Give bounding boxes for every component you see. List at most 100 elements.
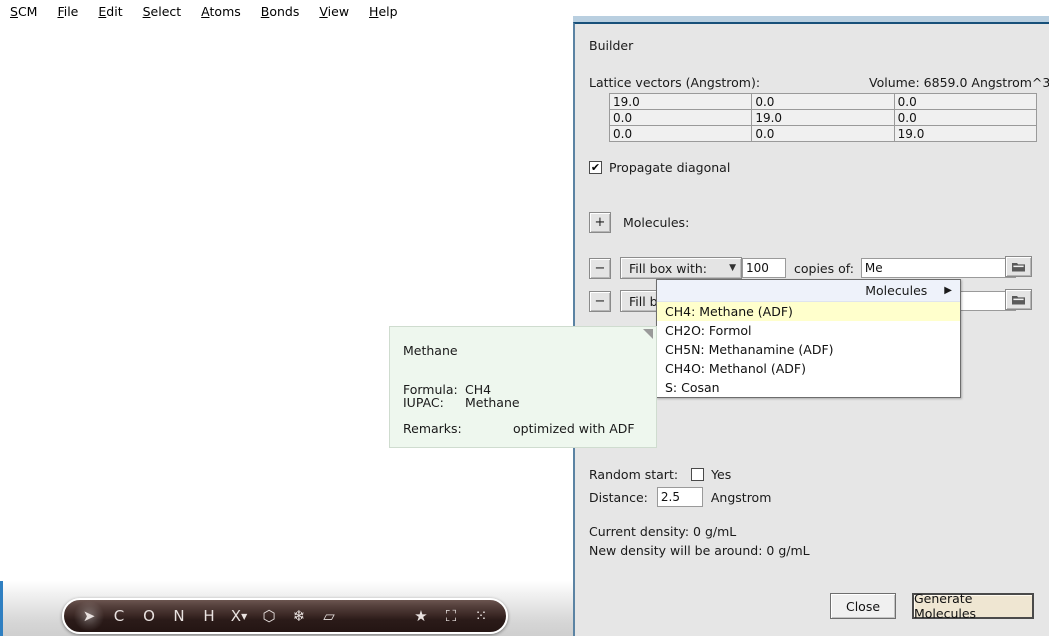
menu-item-help[interactable]: Help — [359, 2, 408, 21]
fill-mode-label: Fill box with: — [629, 260, 707, 276]
select-arrow-icon[interactable]: ➤ — [74, 601, 104, 631]
lattice-row: 0.0 0.0 19.0 — [608, 125, 1038, 142]
menu-item-view[interactable]: View — [309, 2, 359, 21]
copies-of-label: copies of: — [794, 260, 854, 276]
hydrogen-atom-button[interactable]: H — [194, 601, 224, 631]
random-start-checkbox[interactable] — [691, 468, 705, 481]
lattice-vectors-label: Lattice vectors (Angstrom): — [589, 75, 761, 90]
tooltip-iupac-value: Methane — [465, 395, 520, 410]
menu-label: CM — [17, 3, 38, 19]
menu-item-atoms[interactable]: Atoms — [191, 2, 251, 21]
folder-icon — [1012, 295, 1025, 304]
lattice-cell[interactable]: 0.0 — [893, 109, 1038, 126]
menu-label: elp — [378, 3, 398, 19]
dropdown-item[interactable]: CH5N: Methanamine (ADF) — [657, 340, 960, 359]
menubar: SCM File Edit Select Atoms Bonds View Help — [0, 0, 573, 22]
menu-mnemonic: V — [319, 3, 328, 19]
lattice-row: 0.0 19.0 0.0 — [608, 109, 1038, 126]
folder-icon — [1012, 262, 1025, 271]
other-element-button[interactable]: X ▼ — [224, 601, 254, 631]
lattice-row: 19.0 0.0 0.0 — [608, 93, 1038, 110]
dropdown-header[interactable]: Molecules ▶ — [657, 280, 960, 302]
menu-mnemonic: S — [10, 3, 18, 19]
browse-molecule-file-button[interactable] — [1005, 256, 1032, 277]
dropdown-item[interactable]: CH4: Methane (ADF) — [657, 302, 960, 321]
menu-item-file[interactable]: File — [47, 2, 88, 21]
volume-label: Volume: 6859.0 Angstrom^3 — [869, 75, 1049, 90]
lattice-cell[interactable]: 0.0 — [893, 93, 1038, 110]
molecules-dropdown-menu[interactable]: Molecules ▶ CH4: Methane (ADF) CH2O: Form… — [656, 279, 961, 398]
add-molecule-button[interactable]: + — [589, 212, 611, 233]
lattice-cell[interactable]: 19.0 — [893, 125, 1038, 142]
menu-item-bonds[interactable]: Bonds — [251, 2, 310, 21]
molecule-name-input[interactable]: Me — [860, 258, 1016, 278]
menu-item-scm[interactable]: SCM — [0, 2, 47, 21]
lattice-box-button[interactable]: ⛶ — [436, 601, 466, 631]
distance-row: Distance: 2.5 Angstrom — [589, 487, 771, 507]
dropdown-item-list: CH4: Methane (ADF) CH2O: Formol CH5N: Meth… — [657, 302, 960, 397]
crystal-snowflake-button[interactable]: ❄ — [284, 601, 314, 631]
menu-label: elect — [150, 3, 182, 19]
tooltip-title: Methane — [403, 343, 458, 358]
menu-label: onds — [269, 3, 300, 19]
dropdown-header-label: Molecules — [865, 283, 928, 298]
browse-molecule-file-button[interactable] — [1005, 289, 1032, 310]
lattice-cell[interactable]: 0.0 — [751, 93, 895, 110]
molecule-dots-button[interactable]: ⁙ — [466, 601, 496, 631]
plane-slab-button[interactable]: ▱ — [314, 601, 344, 631]
lattice-table-body: 19.0 0.0 0.0 0.0 19.0 0.0 0.0 0.0 19.0 — [608, 93, 1038, 142]
molecules-label: Molecules: — [623, 215, 690, 230]
lattice-cell[interactable]: 0.0 — [608, 109, 753, 126]
lattice-vectors-table[interactable]: 19.0 0.0 0.0 0.0 19.0 0.0 0.0 0.0 19.0 — [608, 93, 1038, 142]
molecule-tooltip: Methane Formula: CH4 IUPAC: Methane Rema… — [389, 326, 657, 448]
favorites-star-button[interactable]: ★ — [406, 601, 436, 631]
menu-item-edit[interactable]: Edit — [88, 2, 132, 21]
lattice-cell[interactable]: 0.0 — [608, 125, 753, 142]
chevron-down-icon: ▼ — [729, 263, 736, 273]
tooltip-remarks-key: Remarks: — [403, 421, 462, 436]
molecules-header-row: + Molecules: — [589, 212, 689, 233]
chevron-right-icon: ▶ — [944, 285, 952, 296]
dropdown-item[interactable]: CH2O: Formol — [657, 321, 960, 340]
menu-mnemonic: A — [201, 3, 210, 19]
panel-title: Builder — [589, 38, 634, 53]
distance-unit-label: Angstrom — [710, 489, 772, 505]
menu-mnemonic: S — [142, 3, 151, 19]
fill-row: − Fill box with: ▼ 100 copies of: Me — [589, 257, 1016, 279]
carbon-atom-button[interactable]: C — [104, 601, 134, 631]
menu-label: dit — [106, 3, 123, 19]
propagate-diagonal-row[interactable]: ✔ Propagate diagonal — [589, 160, 730, 175]
new-density-label: New density will be around: 0 g/mL — [589, 543, 810, 558]
dropdown-item[interactable]: S: Cosan — [657, 378, 960, 397]
dropdown-item[interactable]: CH4O: Methanol (ADF) — [657, 359, 960, 378]
tooltip-pointer-icon — [643, 329, 653, 339]
propagate-diagonal-checkbox[interactable]: ✔ — [589, 161, 602, 174]
random-start-label: Random start: — [589, 467, 679, 482]
propagate-diagonal-label: Propagate diagonal — [609, 160, 731, 175]
lattice-cell[interactable]: 0.0 — [751, 125, 895, 142]
menu-label: ile — [63, 3, 79, 19]
close-button[interactable]: Close — [830, 593, 896, 619]
distance-label: Distance: — [589, 489, 648, 505]
ring-hexagon-button[interactable]: ⬡ — [254, 601, 284, 631]
random-start-row: Random start: Yes — [589, 467, 731, 482]
lattice-cell[interactable]: 19.0 — [751, 109, 895, 126]
nitrogen-atom-button[interactable]: N — [164, 601, 194, 631]
remove-molecule-button[interactable]: − — [589, 257, 611, 279]
menu-item-select[interactable]: Select — [133, 2, 192, 21]
current-density-label: Current density: 0 g/mL — [589, 524, 737, 539]
fill-mode-combobox[interactable]: Fill box with: ▼ — [620, 257, 742, 279]
tooltip-remarks-value: optimized with ADF — [513, 421, 635, 436]
remove-molecule-button[interactable]: − — [589, 290, 611, 312]
menu-label: iew — [327, 3, 350, 19]
oxygen-atom-button[interactable]: O — [134, 601, 164, 631]
generate-molecules-button[interactable]: Generate Molecules — [912, 591, 1034, 621]
chevron-down-icon: ▼ — [241, 611, 248, 621]
copies-count-input[interactable]: 100 — [742, 258, 786, 278]
random-start-yes-label: Yes — [711, 467, 732, 482]
atom-toolbar[interactable]: ➤ C O N H X ▼ ⬡ ❄ ▱ ★ ⛶ ⁙ — [62, 598, 508, 634]
menu-label: toms — [209, 3, 241, 19]
distance-input[interactable]: 2.5 — [656, 487, 703, 507]
lattice-cell[interactable]: 19.0 — [608, 93, 753, 110]
tooltip-iupac-key: IUPAC: — [403, 395, 444, 410]
